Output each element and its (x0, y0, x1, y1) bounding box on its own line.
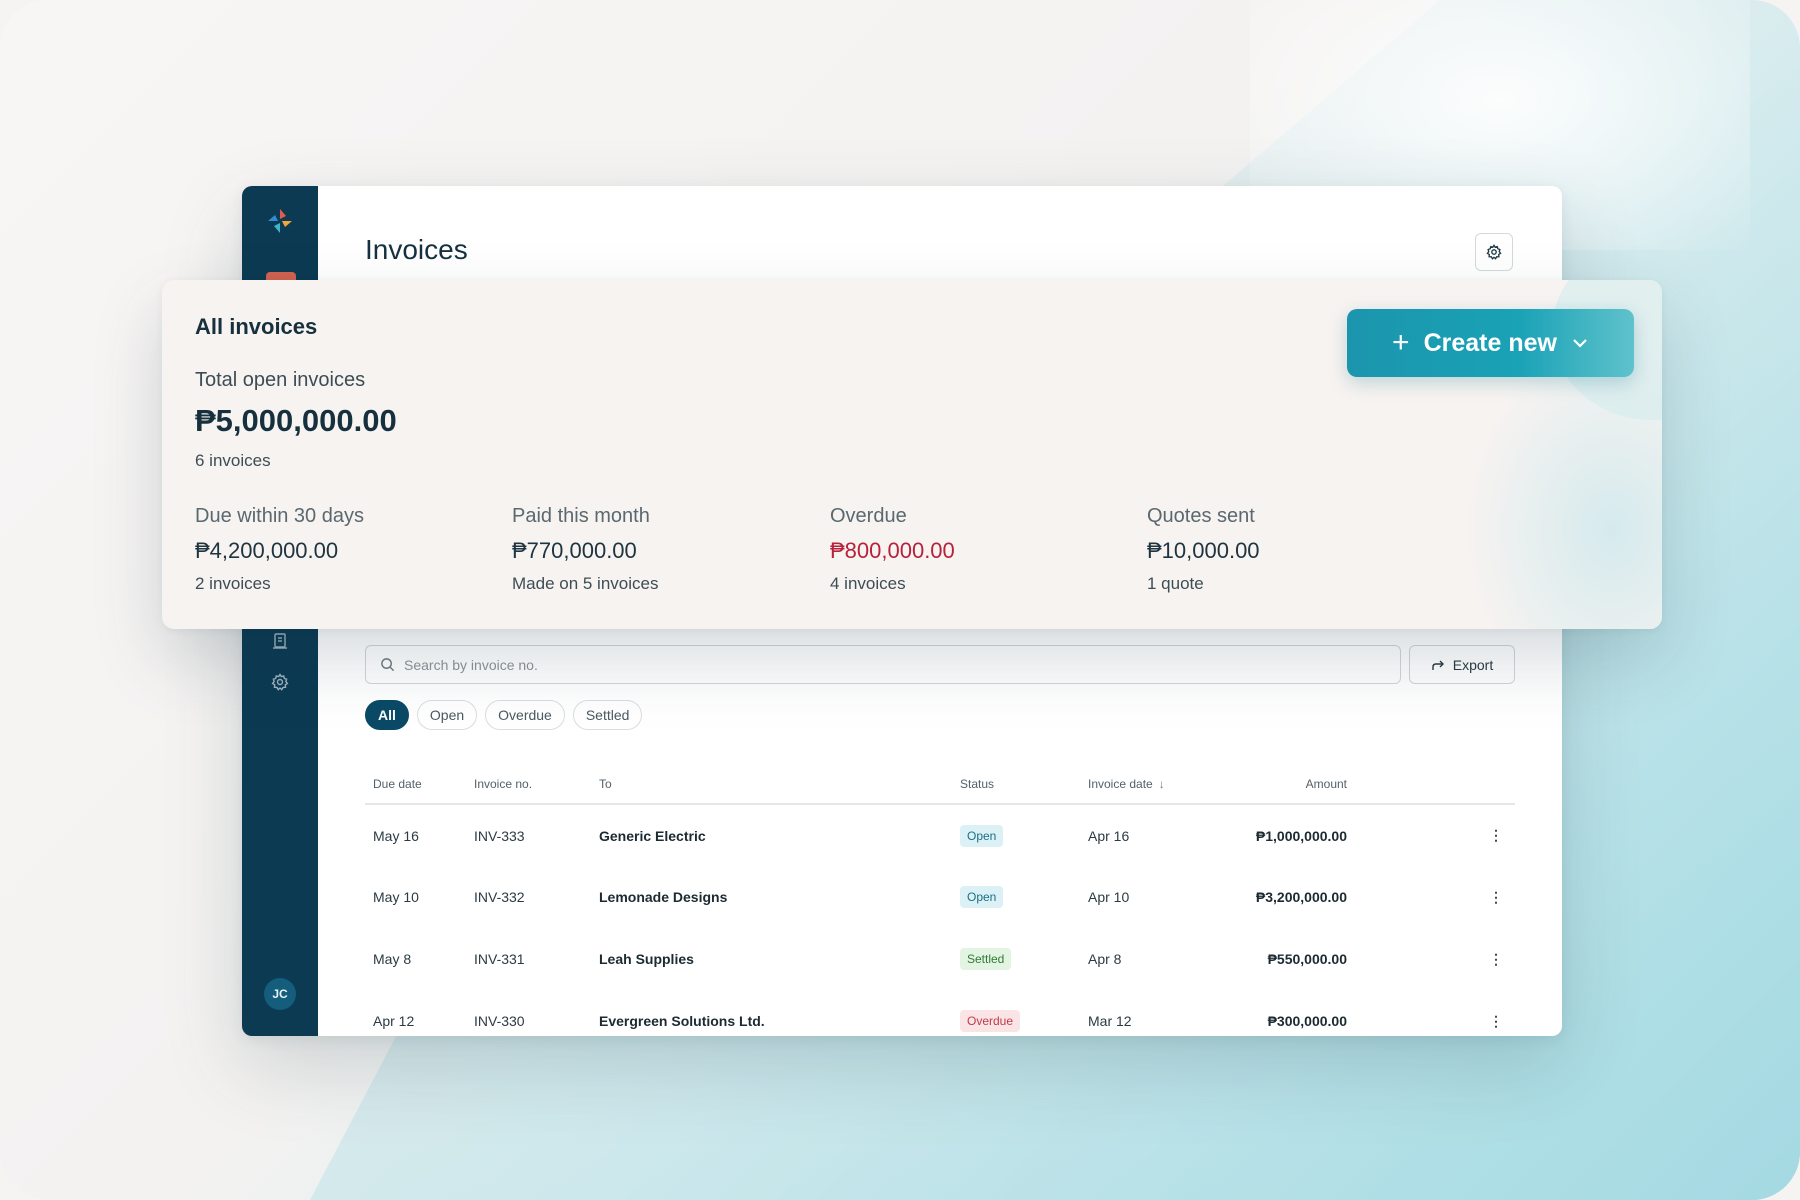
column-header-invoice-date[interactable]: Invoice date ↓ (1080, 764, 1200, 805)
stat-sub: Made on 5 invoices (512, 574, 659, 593)
stat-sub: 2 invoices (195, 574, 271, 593)
search-icon (381, 658, 395, 672)
total-open-count: 6 invoices (195, 451, 271, 470)
cell-due-date: May 8 (373, 951, 412, 967)
cell-amount: ₱300,000.00 (1267, 1013, 1347, 1029)
export-label: Export (1452, 656, 1494, 673)
column-header-status[interactable]: Status (952, 764, 1080, 805)
table-row[interactable]: May 10 INV-332 Lemonade Designs Open Apr… (365, 866, 1515, 928)
filter-chips: All Open Overdue Settled (365, 700, 643, 730)
cell-invoice-date: Apr 10 (1088, 889, 1130, 905)
gear-icon[interactable] (268, 670, 292, 694)
table-row[interactable]: Apr 12 INV-330 Evergreen Solutions Ltd. … (365, 990, 1515, 1036)
cell-actions: ⋮ (1355, 866, 1515, 928)
column-header-due-date[interactable]: Due date (365, 764, 466, 805)
stat-label: Quotes sent (1147, 505, 1255, 527)
table-header-row: Due date Invoice no. To Status Invoice d… (365, 764, 1515, 805)
cell-actions: ⋮ (1355, 928, 1515, 990)
cell-actions: ⋮ (1355, 804, 1515, 866)
cell-due-date: Apr 12 (373, 1013, 415, 1029)
status-badge: Settled (960, 948, 1012, 970)
cell-due-date: May 10 (373, 889, 419, 905)
more-options-icon[interactable]: ⋮ (1489, 889, 1503, 906)
table-row[interactable]: May 8 INV-331 Leah Supplies Settled Apr … (365, 928, 1515, 990)
filter-open[interactable]: Open (416, 700, 478, 730)
settings-button[interactable] (1475, 233, 1513, 271)
column-header-invoice-date-label: Invoice date (1088, 776, 1153, 791)
more-options-icon[interactable]: ⋮ (1489, 827, 1503, 844)
more-options-icon[interactable]: ⋮ (1489, 1013, 1503, 1030)
stat-label: Overdue (830, 505, 907, 527)
status-badge: Open (960, 886, 1004, 908)
create-new-label: Create new (1423, 328, 1557, 357)
stat-value: ₱770,000.00 (512, 538, 637, 563)
export-button[interactable]: Export (1409, 645, 1515, 684)
cell-invoice-date: Apr 16 (1088, 827, 1130, 844)
cell-status: Overdue (952, 990, 1080, 1036)
cell-invoice-date: Apr 8 (1088, 951, 1122, 967)
plus-icon: + (1392, 326, 1410, 359)
stat-label: Due within 30 days (195, 505, 364, 527)
cell-invoice-no: INV-333 (474, 827, 525, 844)
column-header-invoice-no[interactable]: Invoice no. (466, 764, 591, 805)
cell-to: Generic Electric (599, 827, 706, 844)
cell-status: Settled (952, 928, 1080, 990)
cell-invoice-no: INV-332 (474, 889, 525, 905)
filter-settled[interactable]: Settled (572, 700, 643, 730)
stat-value: ₱800,000.00 (830, 538, 955, 563)
logo-icon[interactable] (267, 208, 293, 234)
chevron-down-icon (1573, 339, 1587, 348)
export-icon (1432, 660, 1444, 670)
page-title: Invoices (365, 234, 468, 265)
stat-quotes-sent[interactable]: Quotes sent ₱10,000.00 1 quote (1147, 505, 1260, 594)
total-open-value: ₱5,000,000.00 (195, 403, 397, 438)
stat-overdue[interactable]: Overdue ₱800,000.00 4 invoices (830, 505, 955, 594)
cell-amount: ₱550,000.00 (1267, 951, 1347, 967)
avatar[interactable]: JC (264, 978, 296, 1010)
cell-due-date: May 16 (373, 827, 419, 844)
gear-icon (1486, 244, 1502, 260)
stat-due-30-days[interactable]: Due within 30 days ₱4,200,000.00 2 invoi… (195, 505, 364, 594)
cell-actions: ⋮ (1355, 990, 1515, 1036)
column-header-amount[interactable]: Amount (1200, 764, 1355, 805)
summary-title: All invoices (195, 314, 318, 339)
more-options-icon[interactable]: ⋮ (1489, 951, 1503, 968)
status-badge: Overdue (960, 1010, 1021, 1032)
search-input[interactable] (404, 656, 1400, 673)
table-row[interactable]: May 16 INV-333 Generic Electric Open Apr… (365, 804, 1515, 866)
filter-all[interactable]: All (365, 700, 409, 730)
cell-to: Lemonade Designs (599, 889, 728, 905)
stat-sub: 1 quote (1147, 574, 1204, 593)
filter-overdue[interactable]: Overdue (485, 700, 565, 730)
summary-card: All invoices Total open invoices ₱5,000,… (162, 280, 1662, 629)
cell-to: Evergreen Solutions Ltd. (599, 1013, 765, 1029)
stat-sub: 4 invoices (830, 574, 906, 593)
stat-label: Paid this month (512, 505, 650, 527)
stat-value: ₱10,000.00 (1147, 538, 1260, 563)
status-badge: Open (960, 824, 1004, 847)
sort-down-icon[interactable]: ↓ (1159, 777, 1165, 791)
cell-invoice-date: Mar 12 (1088, 1013, 1132, 1029)
cell-amount: ₱3,200,000.00 (1255, 889, 1347, 905)
cell-to: Leah Supplies (599, 951, 694, 967)
stat-value: ₱4,200,000.00 (195, 538, 339, 563)
stat-paid-this-month[interactable]: Paid this month ₱770,000.00 Made on 5 in… (512, 505, 658, 594)
cell-status: Open (952, 866, 1080, 928)
cell-invoice-no: INV-330 (474, 1013, 525, 1029)
cell-status: Open (952, 804, 1080, 866)
invoice-table: Due date Invoice no. To Status Invoice d… (365, 764, 1515, 1036)
document-icon[interactable] (268, 629, 292, 653)
cell-invoice-no: INV-331 (474, 951, 525, 967)
search-field[interactable] (365, 645, 1401, 684)
cell-amount: ₱1,000,000.00 (1255, 827, 1347, 844)
create-new-button[interactable]: + Create new (1347, 309, 1634, 377)
column-header-actions (1355, 764, 1515, 805)
total-open-label: Total open invoices (195, 369, 366, 391)
column-header-to[interactable]: To (591, 764, 952, 805)
